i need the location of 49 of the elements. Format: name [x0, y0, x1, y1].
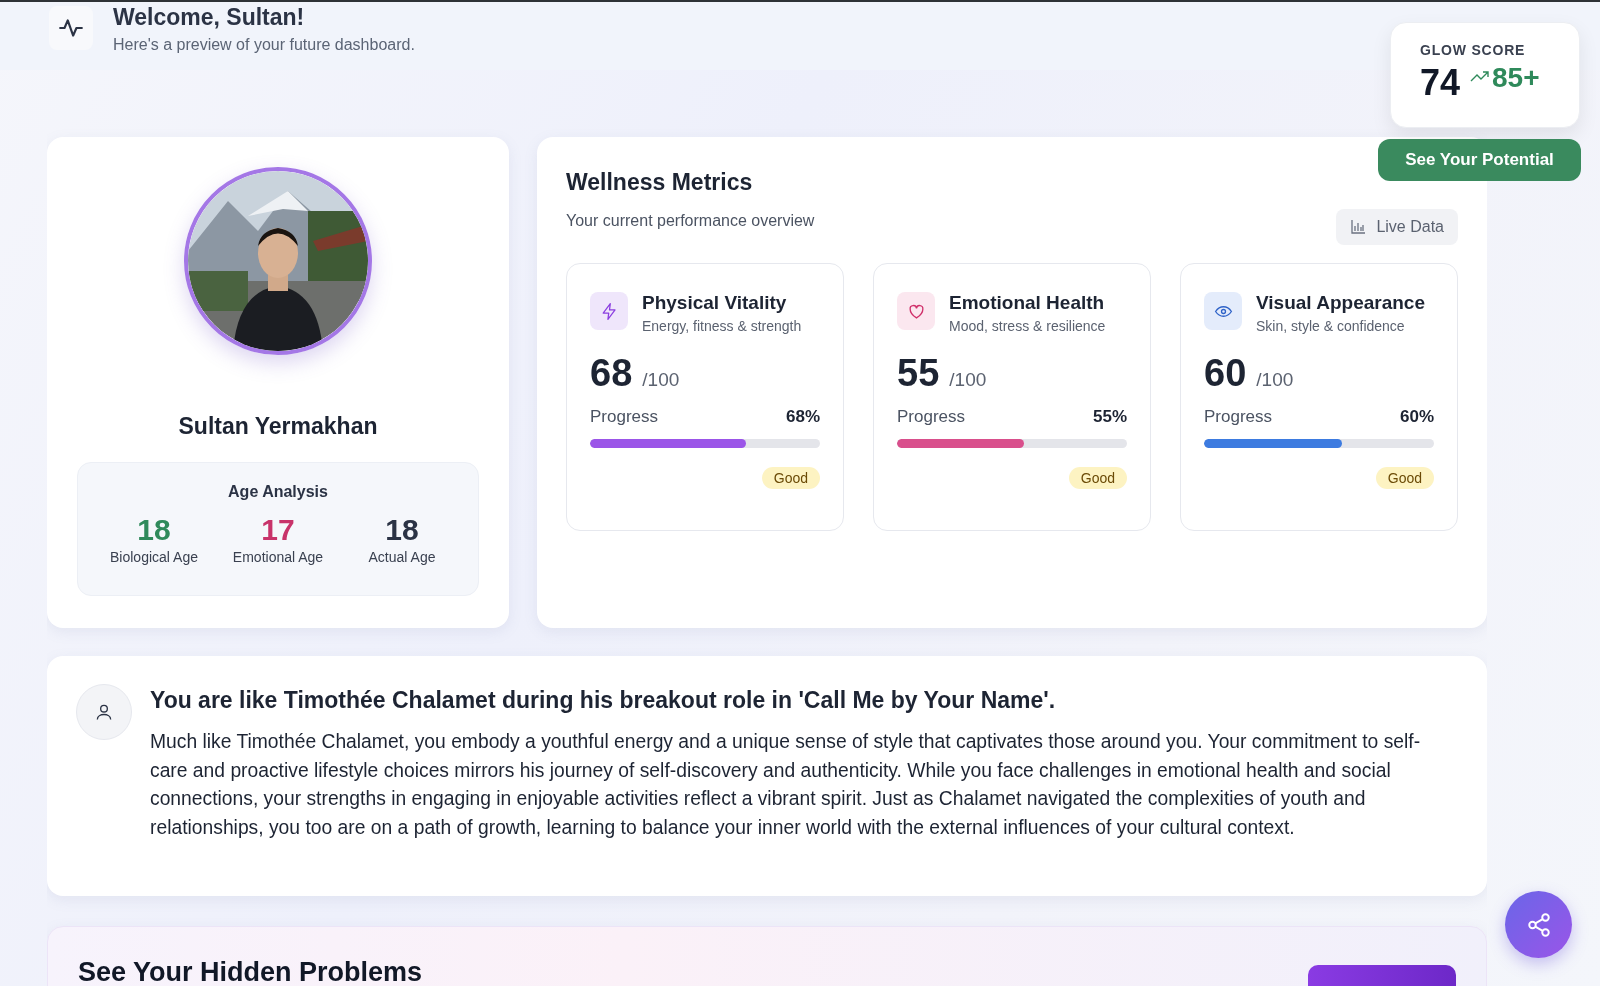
bar-chart-icon: [1350, 219, 1367, 235]
progress-value: 55%: [1092, 407, 1127, 427]
metric-subtitle: Energy, fitness & strength: [642, 318, 802, 334]
age-analysis-title: Age Analysis: [227, 483, 329, 501]
progress-label: Progress: [590, 407, 659, 427]
progress-label: Progress: [897, 407, 966, 427]
metric-title: Visual Appearance: [1256, 292, 1425, 314]
status-badge: Good: [1375, 467, 1434, 489]
metric-title: Physical Vitality: [642, 292, 788, 314]
comparison-paragraph: Much like Timothée Chalamet, you embody a youthful energy and a unique sense of style that captivates those around you. Your commitment to self-care and proactive lifestyle choices mirrors his journey of self-discovery and authenticity. While you face challenges in emotional health and social connections, your strengths in engaging in enjoyable activities reflect a vibrant spirit. Just as Chalamet navigated the complexities of youth and relationships, you too are on a path of growth, learning to balance your inner world with the external influences of your cultural context.: [150, 730, 1422, 840]
progress-value: 60%: [1399, 407, 1434, 427]
progress-value: 68%: [785, 407, 820, 427]
share-button[interactable]: [1505, 891, 1572, 958]
potential-score: 85+: [1492, 62, 1540, 94]
metric-score: 68: [590, 352, 633, 395]
comparison-title: You are like Timothée Chalamet during his breakout role in 'Call Me by Your Name'.: [150, 687, 1057, 714]
welcome-subtitle: Here's a preview of your future dashboard.: [113, 36, 415, 54]
profile-name: Sultan Yermakhan: [178, 413, 378, 440]
status-badge: Good: [761, 467, 820, 489]
metric-title: Emotional Health: [949, 292, 1106, 314]
status-badge: Good: [1068, 467, 1127, 489]
glow-score-label: GLOW SCORE: [1420, 42, 1527, 58]
hidden-problems-title: See Your Hidden Problems: [78, 957, 423, 986]
age-label: Actual Age: [368, 549, 436, 565]
share-icon: [1525, 911, 1552, 938]
age-value: 18: [137, 513, 171, 547]
lightning-icon: [590, 292, 628, 330]
metric-score: 55: [897, 352, 940, 395]
metric-score: 60: [1204, 352, 1247, 395]
score-max: /100: [642, 369, 680, 391]
wellness-title: Wellness Metrics: [566, 169, 754, 196]
metric-subtitle: Skin, style & confidence: [1256, 318, 1406, 334]
user-icon: [76, 684, 132, 740]
trend-up-icon: [1470, 70, 1491, 82]
score-max: /100: [949, 369, 987, 391]
progress-label: Progress: [1204, 407, 1273, 427]
age-label: Biological Age: [110, 549, 198, 565]
age-value: 17: [261, 513, 295, 547]
metric-subtitle: Mood, stress & resilience: [949, 318, 1106, 334]
live-data-badge: Live Data: [1336, 209, 1458, 245]
age-label: Emotional Age: [232, 549, 324, 565]
welcome-title: Welcome, Sultan!: [113, 4, 306, 31]
pulse-icon: [49, 6, 93, 50]
see-potential-button[interactable]: See Your Potential: [1378, 139, 1581, 181]
current-score: 74: [1420, 62, 1461, 104]
wellness-subtitle: Your current performance overview: [566, 212, 815, 230]
age-value: 18: [385, 513, 419, 547]
eye-icon: [1204, 292, 1242, 330]
score-max: /100: [1256, 369, 1294, 391]
